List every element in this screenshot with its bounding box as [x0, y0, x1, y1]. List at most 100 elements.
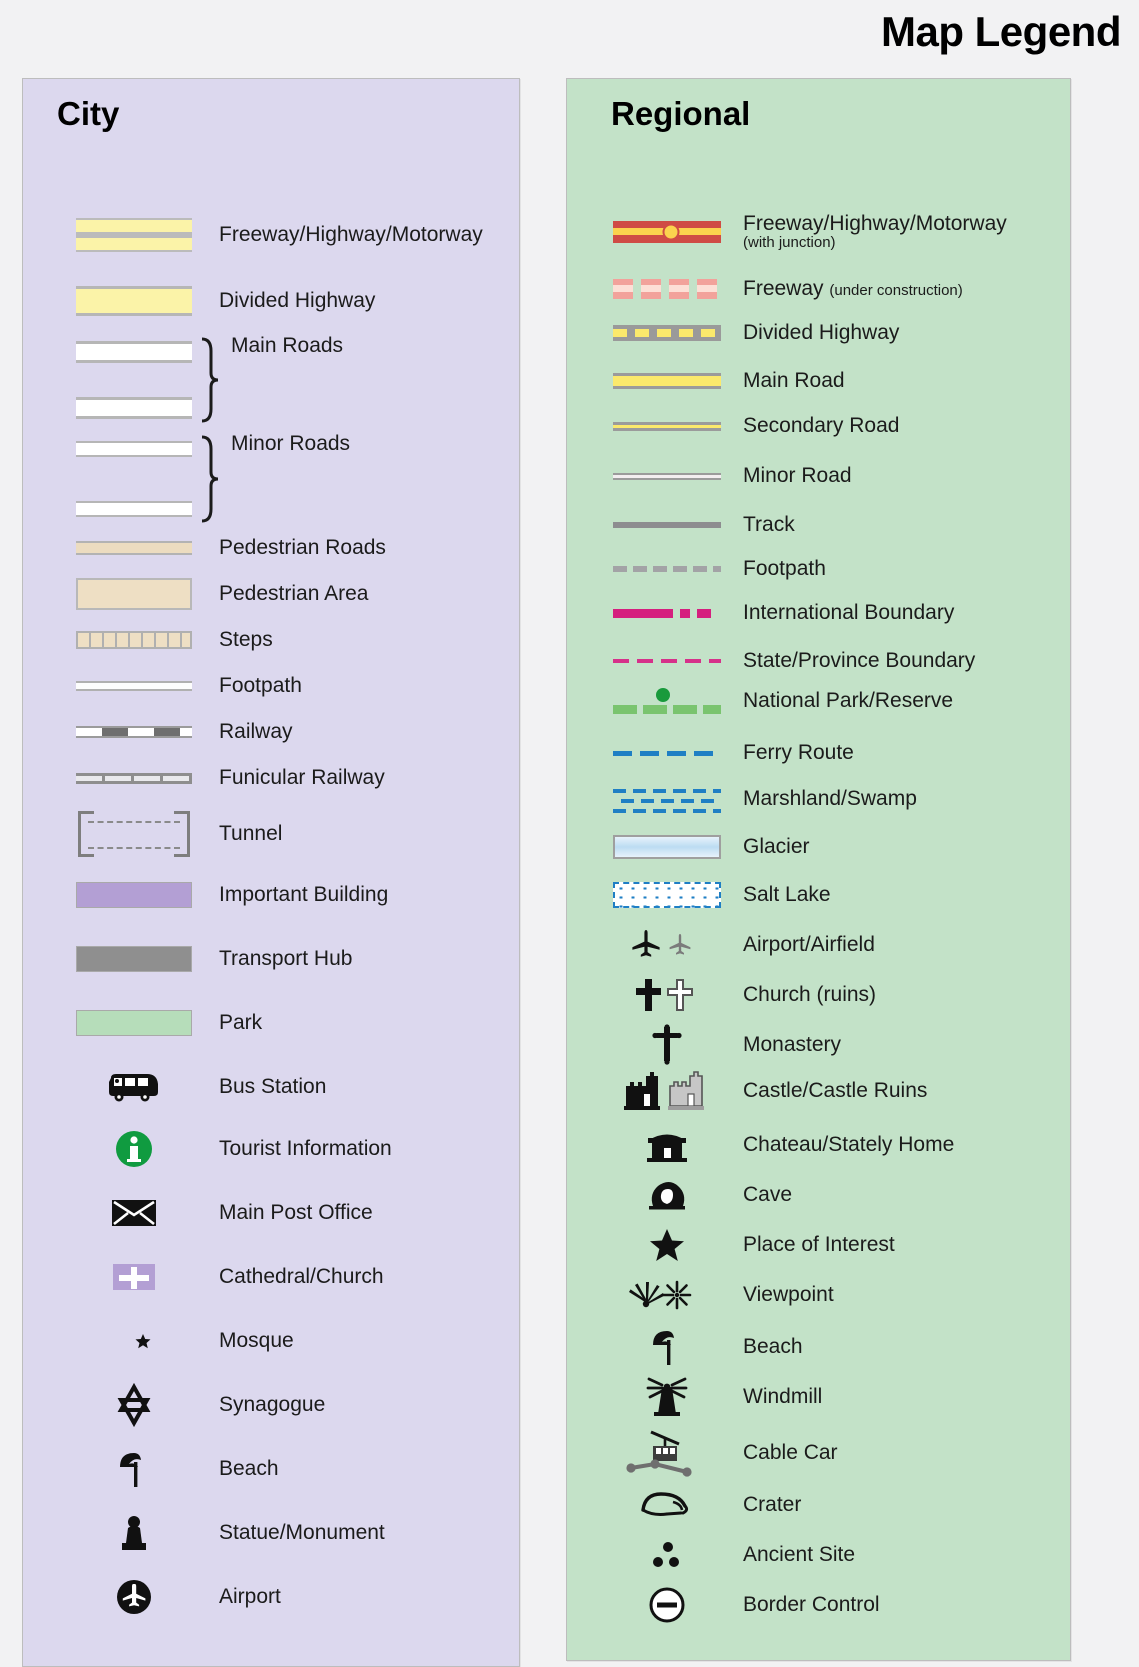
- legend-label: Border Control: [743, 1592, 880, 1616]
- legend-label-text: Freeway/Highway/Motorway: [743, 212, 1007, 235]
- legend-row-freeway-under-construction[interactable]: Freeway (under construction): [567, 271, 1070, 307]
- legend-label: Beach: [743, 1334, 803, 1358]
- legend-row-international-boundary[interactable]: International Boundary: [567, 595, 1070, 631]
- legend-label: Ferry Route: [743, 740, 854, 764]
- legend-label: Main Road: [743, 368, 845, 392]
- legend-label: Marshland/Swamp: [743, 786, 917, 810]
- legend-row-viewpoint[interactable]: Viewpoint: [567, 1277, 1070, 1313]
- railway-swatch: [71, 712, 197, 752]
- legend-row-park[interactable]: Park: [23, 1003, 519, 1043]
- legend-row-regional-beach[interactable]: Beach: [567, 1329, 1070, 1365]
- legend-row-regional-footpath[interactable]: Footpath: [567, 551, 1070, 587]
- legend-row-regional-main-road[interactable]: Main Road: [567, 363, 1070, 399]
- legend-row-church-ruins[interactable]: Church (ruins): [567, 977, 1070, 1013]
- footpath-swatch: [71, 666, 197, 706]
- divided-highway-swatch: [71, 281, 197, 321]
- legend-label: Pedestrian Roads: [219, 535, 386, 559]
- windmill-icon: [611, 1377, 723, 1416]
- legend-row-mosque[interactable]: Mosque: [23, 1321, 519, 1361]
- legend-row-regional-minor-road[interactable]: Minor Road: [567, 458, 1070, 494]
- legend-label: Place of Interest: [743, 1232, 895, 1256]
- legend-row-ancient-site[interactable]: Ancient Site: [567, 1537, 1070, 1573]
- legend-row-castle[interactable]: Castle/Castle Ruins: [567, 1071, 1070, 1110]
- legend-row-track[interactable]: Track: [567, 507, 1070, 543]
- legend-row-secondary-road[interactable]: Secondary Road: [567, 408, 1070, 444]
- legend-sublabel: (under construction): [829, 281, 963, 299]
- brace-icon: [197, 335, 221, 425]
- legend-label: Railway: [219, 719, 293, 743]
- legend-row-regional-freeway[interactable]: Freeway/Highway/Motorway (with junction): [567, 212, 1070, 251]
- track-swatch: [611, 507, 723, 543]
- transport-hub-swatch: [71, 939, 197, 979]
- legend-row-freeway[interactable]: Freeway/Highway/Motorway: [23, 215, 519, 255]
- legend-label: Church (ruins): [743, 982, 877, 1006]
- legend-label: Minor Roads: [231, 432, 351, 455]
- legend-row-ferry-route[interactable]: Ferry Route: [567, 735, 1070, 771]
- legend-row-crater[interactable]: Crater: [567, 1487, 1070, 1523]
- secondary-road-swatch: [611, 408, 723, 444]
- legend-row-tourist-information[interactable]: Tourist Information: [23, 1129, 519, 1169]
- legend-row-divided-highway[interactable]: Divided Highway: [23, 281, 519, 321]
- legend-row-border-control[interactable]: Border Control: [567, 1587, 1070, 1623]
- legend-row-glacier[interactable]: Glacier: [567, 829, 1070, 865]
- legend-row-bus-station[interactable]: Bus Station: [23, 1067, 519, 1107]
- international-boundary-swatch: [611, 595, 723, 631]
- legend-label: Secondary Road: [743, 413, 900, 437]
- legend-row-footpath[interactable]: Footpath: [23, 666, 519, 706]
- legend-row-railway[interactable]: Railway: [23, 712, 519, 752]
- legend-row-funicular[interactable]: Funicular Railway: [23, 758, 519, 798]
- legend-row-tunnel[interactable]: Tunnel: [23, 806, 519, 862]
- legend-row-cathedral-church[interactable]: Cathedral/Church: [23, 1257, 519, 1297]
- legend-row-salt-lake[interactable]: Salt Lake: [567, 877, 1070, 913]
- important-building-swatch: [71, 875, 197, 915]
- city-heading: City: [57, 95, 120, 132]
- legend-row-windmill[interactable]: Windmill: [567, 1377, 1070, 1416]
- legend-row-regional-divided-highway[interactable]: Divided Highway: [567, 315, 1070, 351]
- airplane-icon: [611, 927, 723, 963]
- legend-row-post-office[interactable]: Main Post Office: [23, 1193, 519, 1233]
- legend-row-pedestrian-area[interactable]: Pedestrian Area: [23, 574, 519, 614]
- ferry-route-swatch: [611, 735, 723, 771]
- legend-row-marshland[interactable]: Marshland/Swamp: [567, 779, 1070, 819]
- legend-label: State/Province Boundary: [743, 648, 976, 672]
- legend-label: Freeway/Highway/Motorway (with junction): [743, 212, 1007, 251]
- legend-row-synagogue[interactable]: Synagogue: [23, 1382, 519, 1428]
- legend-row-beach[interactable]: Beach: [23, 1449, 519, 1489]
- legend-row-national-park[interactable]: National Park/Reserve: [567, 681, 1070, 721]
- pedestrian-area-swatch: [71, 574, 197, 614]
- legend-label: Important Building: [219, 882, 389, 906]
- legend-row-minor-roads[interactable]: Minor Roads: [23, 432, 519, 525]
- legend-label: Park: [219, 1010, 263, 1034]
- bus-icon: [71, 1067, 197, 1107]
- legend-row-airport[interactable]: Airport: [23, 1577, 519, 1617]
- legend-row-state-boundary[interactable]: State/Province Boundary: [567, 643, 1070, 679]
- church-cross-icon: [71, 1257, 197, 1297]
- legend-row-airport-airfield[interactable]: Airport/Airfield: [567, 927, 1070, 963]
- legend-label: Divided Highway: [219, 288, 376, 312]
- tunnel-swatch: [71, 806, 197, 862]
- legend-row-cable-car[interactable]: Cable Car: [567, 1427, 1070, 1479]
- legend-label: Glacier: [743, 834, 810, 858]
- chateau-icon: [611, 1127, 723, 1163]
- legend-row-place-of-interest[interactable]: Place of Interest: [567, 1227, 1070, 1263]
- legend-row-important-building[interactable]: Important Building: [23, 875, 519, 915]
- legend-label: Ancient Site: [743, 1542, 856, 1566]
- castle-icon: [611, 1071, 723, 1110]
- legend-row-statue-monument[interactable]: Statue/Monument: [23, 1513, 519, 1553]
- national-park-swatch: [611, 681, 723, 721]
- legend-row-cave[interactable]: Cave: [567, 1177, 1070, 1213]
- legend-row-chateau[interactable]: Chateau/Stately Home: [567, 1127, 1070, 1163]
- legend-row-monastery[interactable]: Monastery: [567, 1024, 1070, 1065]
- regional-footpath-swatch: [611, 551, 723, 587]
- page-title: Map Legend: [880, 8, 1122, 55]
- legend-row-steps[interactable]: Steps: [23, 620, 519, 660]
- city-legend-panel: City Freeway/Highway/Motorway Divided Hi…: [22, 78, 520, 1667]
- legend-row-pedestrian-roads[interactable]: Pedestrian Roads: [23, 528, 519, 568]
- freeway-under-construction-swatch: [611, 271, 723, 307]
- legend-row-main-roads[interactable]: Main Roads: [23, 334, 519, 425]
- crescent-star-icon: [71, 1321, 197, 1361]
- regional-minor-road-swatch: [611, 458, 723, 494]
- legend-label: Divided Highway: [743, 320, 900, 344]
- legend-row-transport-hub[interactable]: Transport Hub: [23, 939, 519, 979]
- legend-label: Minor Road: [743, 463, 852, 487]
